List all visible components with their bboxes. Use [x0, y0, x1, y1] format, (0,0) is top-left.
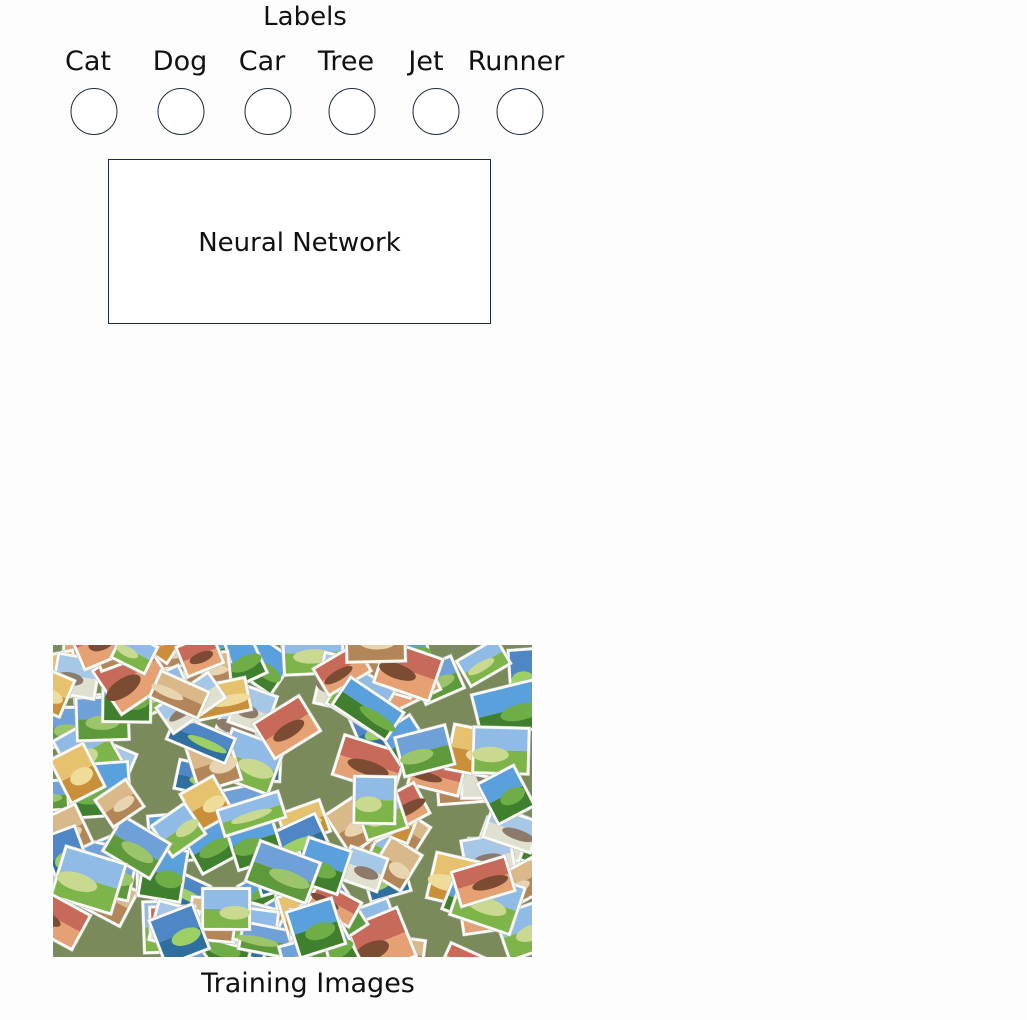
label-dog: Dog	[152, 46, 208, 77]
neural-network-label: Neural Network	[198, 228, 401, 258]
output-node-tree	[328, 88, 376, 135]
output-node-runner	[496, 88, 544, 135]
label-cat: Cat	[65, 46, 111, 77]
output-node-car	[244, 88, 292, 135]
output-node-dog	[157, 88, 205, 135]
output-node-jet	[412, 88, 460, 135]
training-images-caption: Training Images	[201, 968, 415, 999]
labels-title: Labels	[263, 2, 347, 32]
training-images-collage-icon	[53, 645, 532, 957]
label-car: Car	[238, 46, 286, 77]
label-tree: Tree	[317, 46, 375, 77]
label-jet: Jet	[408, 46, 444, 77]
label-runner: Runner	[467, 46, 565, 77]
output-node-cat	[70, 88, 118, 135]
